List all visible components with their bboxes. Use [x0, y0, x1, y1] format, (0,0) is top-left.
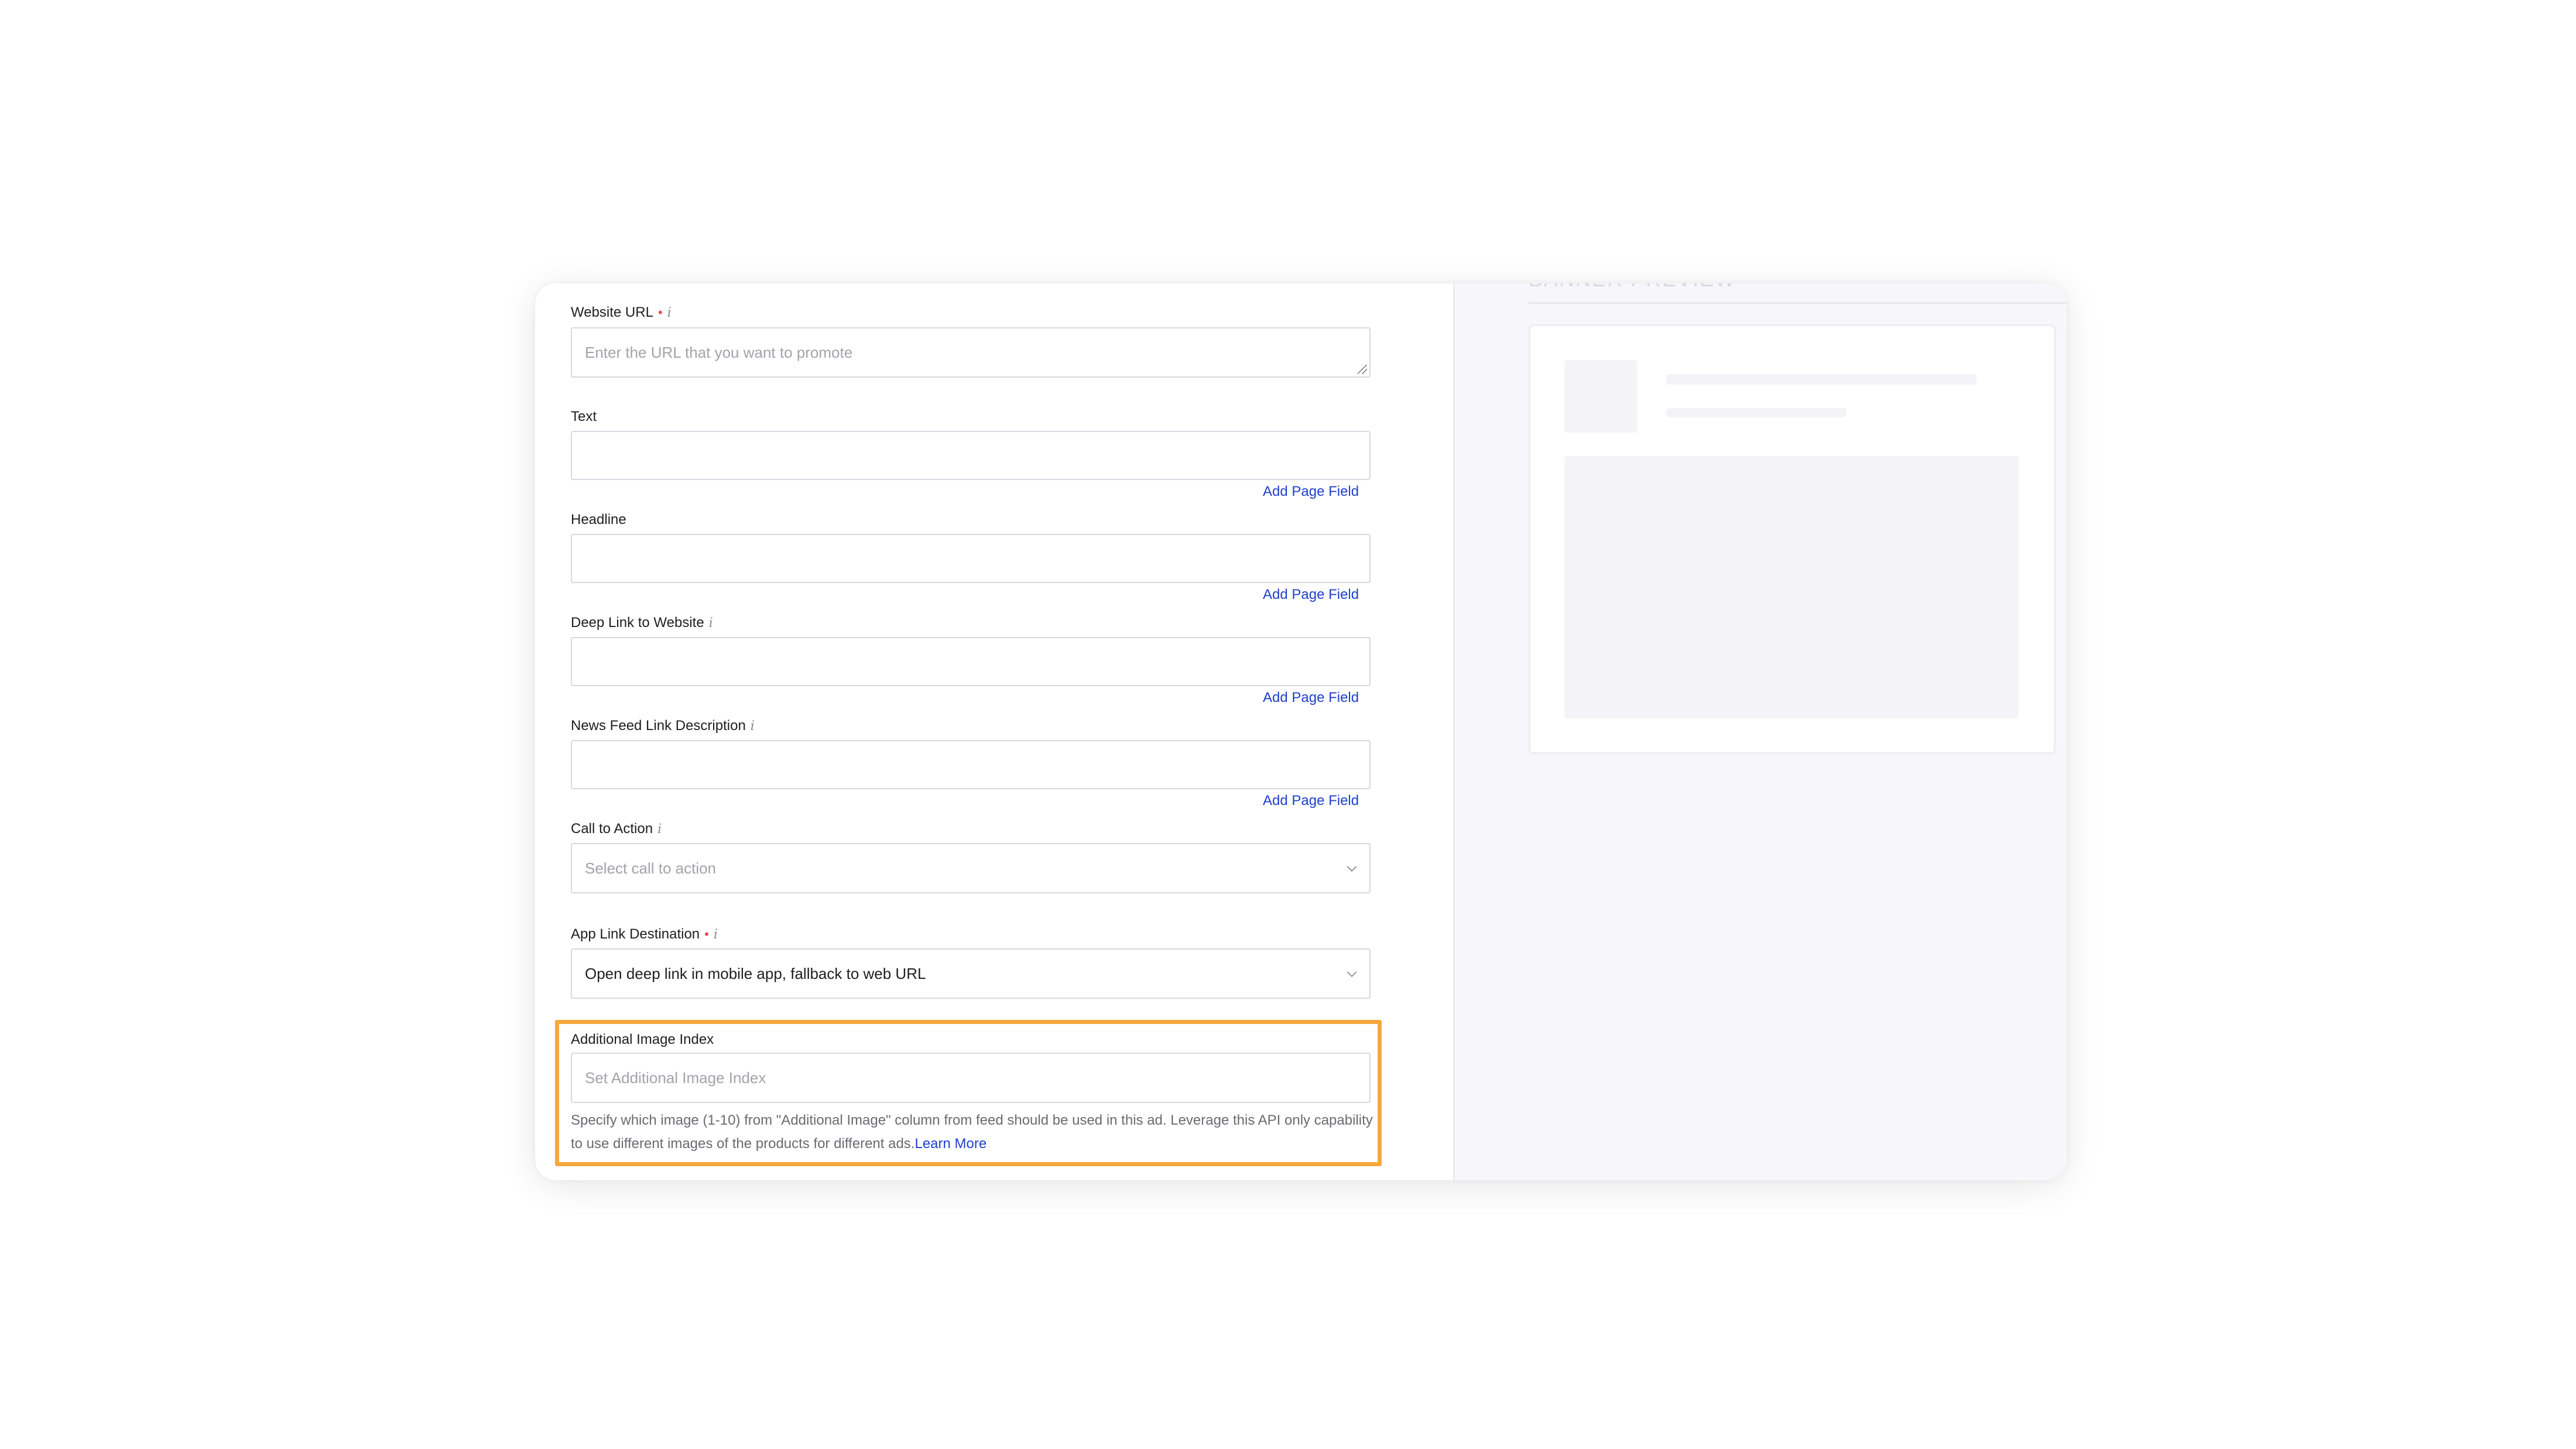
website-url-label: Website URL • i — [571, 304, 672, 321]
skeleton-line — [1666, 374, 1976, 385]
website-url-label-text: Website URL — [571, 304, 653, 320]
chevron-down-icon[interactable] — [1347, 862, 1357, 872]
learn-more-link[interactable]: Learn More — [914, 1136, 986, 1152]
call-to-action-label: Call to Action i — [571, 821, 662, 837]
chevron-down-icon[interactable] — [1347, 967, 1357, 978]
ad-form: Website URL • i Enter the URL that you w… — [535, 283, 1453, 1180]
preview-divider — [1529, 302, 2067, 304]
resize-handle-icon[interactable] — [1358, 365, 1367, 374]
headline-label: Headline — [571, 512, 626, 528]
deep-link-input[interactable] — [571, 637, 1371, 686]
news-feed-description-label-text: News Feed Link Description — [571, 718, 746, 734]
ad-editor-card: Website URL • i Enter the URL that you w… — [535, 283, 2067, 1180]
news-feed-description-label: News Feed Link Description i — [571, 718, 755, 734]
call-to-action-placeholder: Select call to action — [585, 859, 717, 877]
skeleton-image — [1564, 456, 2019, 718]
website-url-textarea[interactable]: Enter the URL that you want to promote — [571, 327, 1371, 378]
deep-link-label-text: Deep Link to Website — [571, 615, 704, 631]
app-link-destination-value: Open deep link in mobile app, fallback t… — [585, 964, 926, 982]
news-feed-description-input[interactable] — [571, 740, 1371, 789]
headline-label-text: Headline — [571, 512, 626, 527]
preview-panel: BANNER PREVIEW — [1453, 283, 2067, 1180]
info-icon[interactable]: i — [667, 306, 672, 320]
additional-image-index-label-text: Additional Image Index — [571, 1032, 714, 1047]
required-dot-icon: • — [657, 305, 663, 320]
additional-image-index-input[interactable]: Set Additional Image Index — [571, 1053, 1371, 1103]
deep-link-add-page-field-link[interactable]: Add Page Field — [1263, 690, 1359, 706]
required-dot-icon: • — [704, 927, 709, 941]
info-icon[interactable]: i — [714, 927, 718, 942]
app-link-destination-label: App Link Destination • i — [571, 926, 718, 943]
skeleton-avatar — [1564, 360, 1637, 433]
additional-image-index-label: Additional Image Index — [571, 1032, 714, 1048]
preview-card — [1529, 324, 2056, 754]
text-label: Text — [571, 409, 597, 425]
website-url-placeholder: Enter the URL that you want to promote — [585, 343, 853, 361]
info-icon[interactable]: i — [709, 616, 713, 631]
headline-input[interactable] — [571, 534, 1371, 583]
deep-link-label: Deep Link to Website i — [571, 615, 713, 631]
call-to-action-select[interactable]: Select call to action — [571, 843, 1371, 893]
app-link-destination-select[interactable]: Open deep link in mobile app, fallback t… — [571, 948, 1371, 999]
preview-title: BANNER PREVIEW — [1529, 283, 1736, 292]
headline-add-page-field-link[interactable]: Add Page Field — [1263, 587, 1359, 603]
info-icon[interactable]: i — [751, 719, 755, 734]
text-add-page-field-link[interactable]: Add Page Field — [1263, 484, 1359, 500]
additional-image-index-placeholder: Set Additional Image Index — [585, 1068, 766, 1087]
call-to-action-label-text: Call to Action — [571, 821, 653, 837]
text-label-text: Text — [571, 409, 597, 424]
news-feed-add-page-field-link[interactable]: Add Page Field — [1263, 793, 1359, 809]
additional-image-index-help: Specify which image (1-10) from "Additio… — [571, 1109, 1379, 1156]
text-input[interactable] — [571, 431, 1371, 480]
skeleton-line — [1666, 408, 1847, 417]
app-link-destination-label-text: App Link Destination — [571, 926, 700, 942]
info-icon[interactable]: i — [657, 822, 662, 837]
